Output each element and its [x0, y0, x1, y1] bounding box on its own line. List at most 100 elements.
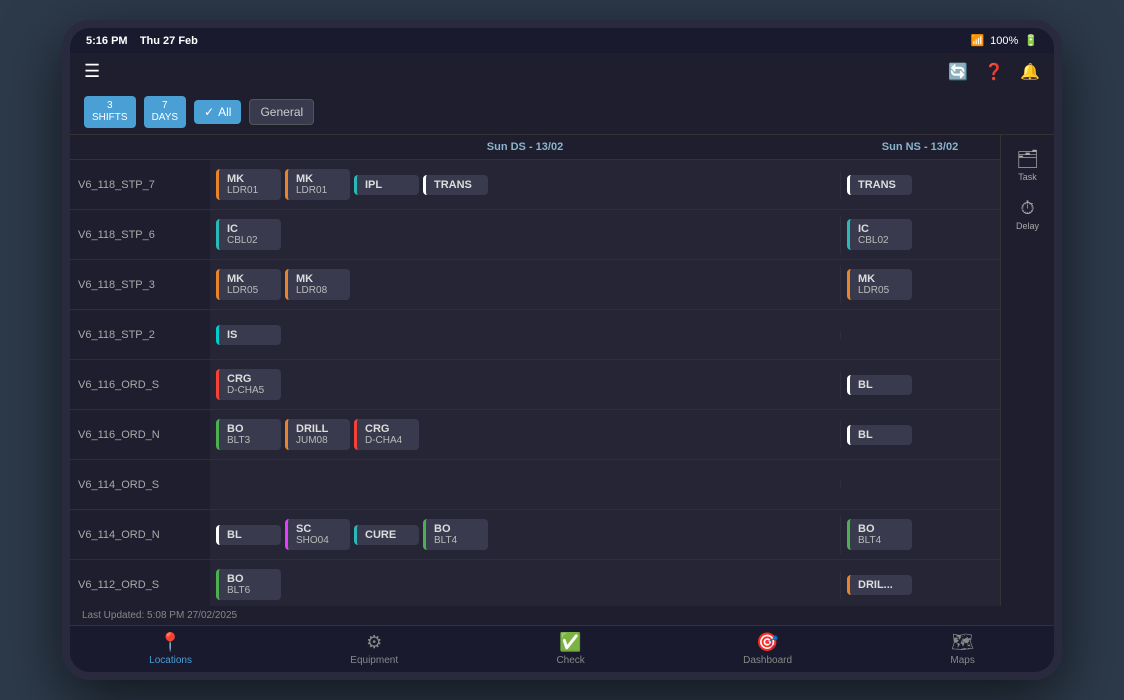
help-icon[interactable]: ❓ [984, 62, 1004, 82]
row-tasks-right [840, 331, 1000, 339]
task-card[interactable]: BOBLT3 [216, 419, 281, 450]
row-label: V6_118_STP_3 [70, 260, 210, 309]
row-tasks-right: BL [840, 421, 1000, 449]
task-card[interactable]: CURE [354, 525, 419, 545]
row-label: V6_116_ORD_S [70, 360, 210, 409]
task-icon: 🗂 [1016, 149, 1039, 170]
task-card[interactable]: ICCBL02 [847, 219, 912, 250]
locations-label: Locations [149, 655, 192, 666]
status-bar: 5:16 PM Thu 27 Feb 📶 100% 🔋 [70, 28, 1054, 53]
refresh-icon[interactable]: 🔄 [948, 62, 968, 82]
footer-bar: Last Updated: 5:08 PM 27/02/2025 [70, 606, 1054, 625]
shifts-button[interactable]: 3SHIFTS [84, 96, 136, 128]
nav-check[interactable]: ✅ Check [556, 632, 584, 666]
toolbar: 3SHIFTS 7DAYS ✓ All General [70, 90, 1054, 135]
header-right-date: Sun NS - 13/02 [840, 141, 1000, 153]
battery-level: 100% [990, 35, 1018, 47]
task-card[interactable]: MKLDR05 [216, 269, 281, 300]
row-tasks-right: BL [840, 371, 1000, 399]
task-button[interactable]: 🗂 Task [1005, 143, 1051, 188]
task-card[interactable]: CRGD-CHA4 [354, 419, 419, 450]
status-date: Thu 27 Feb [140, 35, 198, 47]
delay-icon: ⏱ [1020, 198, 1034, 219]
dashboard-icon: 🎯 [756, 632, 778, 653]
row-tasks-left: MKLDR05MKLDR08 [210, 265, 840, 304]
task-card[interactable]: SCSHO04 [285, 519, 350, 550]
row-tasks-left: BLSCSHO04CUREBOBLT4 [210, 515, 840, 554]
schedule-area: Sun DS - 13/02 Sun NS - 13/02 V6_118_STP… [70, 135, 1000, 606]
row-label: V6_118_STP_7 [70, 160, 210, 209]
row-tasks-left: CRGD-CHA5 [210, 365, 840, 404]
notification-icon[interactable]: 🔔 [1020, 62, 1040, 82]
general-button[interactable]: General [249, 99, 314, 125]
task-label: Task [1018, 172, 1037, 182]
row-tasks-left [210, 481, 840, 489]
nav-dashboard[interactable]: 🎯 Dashboard [743, 632, 792, 666]
status-time-date: 5:16 PM Thu 27 Feb [86, 35, 198, 47]
nav-equipment[interactable]: ⚙ Equipment [350, 632, 398, 666]
days-button[interactable]: 7DAYS [144, 96, 187, 128]
table-row: V6_118_STP_3MKLDR05MKLDR08MKLDR05 [70, 260, 1000, 310]
header-left-date: Sun DS - 13/02 [210, 141, 840, 153]
task-card[interactable]: ICCBL02 [216, 219, 281, 250]
delay-button[interactable]: ⏱ Delay [1005, 192, 1051, 237]
nav-locations[interactable]: 📍 Locations [149, 632, 192, 666]
delay-label: Delay [1016, 221, 1039, 231]
table-row: V6_116_ORD_NBOBLT3DRILLJUM08CRGD-CHA4 BL [70, 410, 1000, 460]
schedule-header: Sun DS - 13/02 Sun NS - 13/02 [70, 135, 1000, 160]
table-row: V6_118_STP_2 IS [70, 310, 1000, 360]
table-row: V6_116_ORD_SCRGD-CHA5 BL [70, 360, 1000, 410]
dashboard-label: Dashboard [743, 655, 792, 666]
task-card[interactable]: BOBLT6 [216, 569, 281, 600]
row-label: V6_118_STP_2 [70, 310, 210, 359]
top-bar-actions: 🔄 ❓ 🔔 [948, 62, 1040, 82]
hamburger-menu[interactable]: ☰ [84, 61, 100, 82]
task-card[interactable]: MKLDR01 [285, 169, 350, 200]
task-card[interactable]: MKLDR05 [847, 269, 912, 300]
row-tasks-left: MKLDR01MKLDR01IPLTRANS [210, 165, 840, 204]
nav-maps[interactable]: 🗺 Maps [950, 632, 974, 666]
side-panel: 🗂 Task ⏱ Delay [1000, 135, 1054, 606]
last-updated: Last Updated: 5:08 PM 27/02/2025 [82, 610, 237, 621]
task-card[interactable]: IPL [354, 175, 419, 195]
task-card[interactable]: BOBLT4 [423, 519, 488, 550]
row-tasks-left: BOBLT6 [210, 565, 840, 604]
task-card[interactable]: DRIL... [847, 575, 912, 595]
task-card[interactable]: IS [216, 325, 281, 345]
schedule-rows: V6_118_STP_7MKLDR01MKLDR01IPLTRANSTRANSV… [70, 160, 1000, 606]
task-card[interactable]: MKLDR01 [216, 169, 281, 200]
task-card[interactable]: BOBLT4 [847, 519, 912, 550]
row-tasks-left: ICCBL02 [210, 215, 840, 254]
equipment-label: Equipment [350, 655, 398, 666]
table-row: V6_118_STP_7MKLDR01MKLDR01IPLTRANSTRANS [70, 160, 1000, 210]
maps-label: Maps [950, 655, 974, 666]
check-icon: ✅ [559, 632, 581, 653]
table-row: V6_114_ORD_NBLSCSHO04CUREBOBLT4BOBLT4 [70, 510, 1000, 560]
task-card[interactable]: DRILLJUM08 [285, 419, 350, 450]
row-label: V6_112_ORD_S [70, 560, 210, 606]
row-label: V6_114_ORD_S [70, 460, 210, 509]
maps-icon: 🗺 [951, 632, 974, 653]
table-row: V6_118_STP_6ICCBL02ICCBL02 [70, 210, 1000, 260]
row-tasks-right: TRANS [840, 171, 1000, 199]
task-card[interactable]: CRGD-CHA5 [216, 369, 281, 400]
task-card[interactable]: BL [847, 375, 912, 395]
task-card[interactable]: TRANS [423, 175, 488, 195]
task-card[interactable]: BL [847, 425, 912, 445]
table-row: V6_114_ORD_S [70, 460, 1000, 510]
top-bar: ☰ 🔄 ❓ 🔔 [70, 53, 1054, 90]
task-card[interactable]: MKLDR08 [285, 269, 350, 300]
row-tasks-left: BOBLT3DRILLJUM08CRGD-CHA4 [210, 415, 840, 454]
row-label: V6_116_ORD_N [70, 410, 210, 459]
row-tasks-right [840, 481, 1000, 489]
locations-icon: 📍 [159, 632, 181, 653]
task-card[interactable]: TRANS [847, 175, 912, 195]
row-tasks-right: BOBLT4 [840, 515, 1000, 554]
task-card[interactable]: BL [216, 525, 281, 545]
row-tasks-right: ICCBL02 [840, 215, 1000, 254]
checkmark-icon: ✓ [204, 105, 214, 119]
main-content: Sun DS - 13/02 Sun NS - 13/02 V6_118_STP… [70, 135, 1054, 606]
row-label: V6_114_ORD_N [70, 510, 210, 559]
all-button[interactable]: ✓ All [194, 100, 241, 124]
bottom-nav: 📍 Locations ⚙ Equipment ✅ Check 🎯 Dashbo… [70, 625, 1054, 672]
